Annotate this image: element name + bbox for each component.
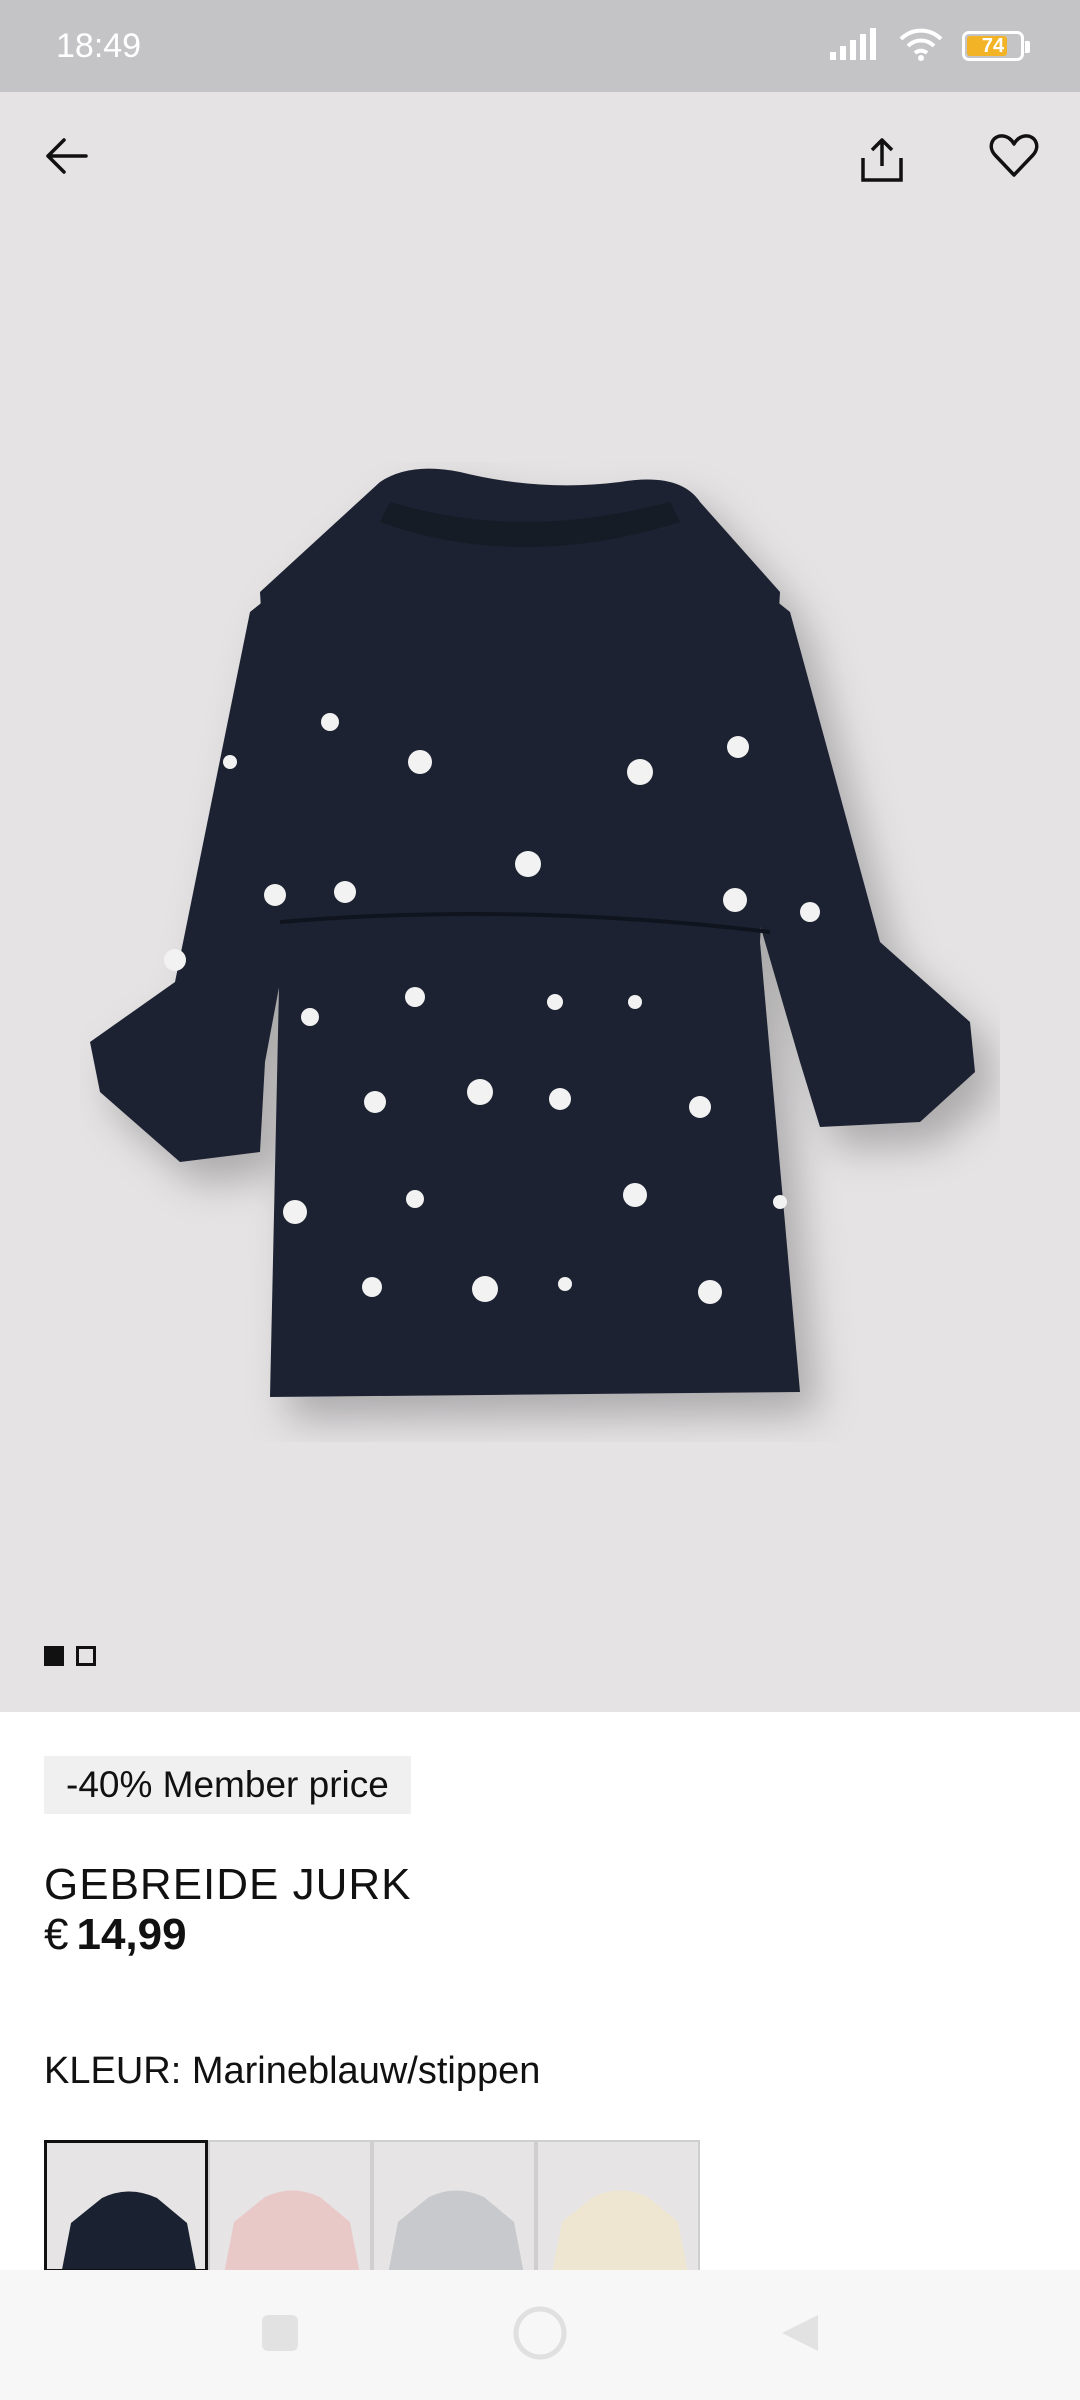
color-label: KLEUR: Marineblauw/stippen — [44, 2050, 541, 2092]
share-button[interactable] — [842, 122, 922, 202]
back-button[interactable] — [26, 118, 106, 198]
member-price-badge: -40% Member price — [44, 1756, 411, 1814]
price-value: 14,99 — [76, 1910, 187, 1959]
back-arrow-icon — [42, 132, 90, 185]
heart-icon — [989, 133, 1039, 184]
battery-icon: 74 — [962, 31, 1030, 61]
swatch-cream[interactable] — [536, 2140, 700, 2272]
nav-back-button[interactable] — [770, 2305, 830, 2365]
home-button[interactable] — [510, 2305, 570, 2365]
swatch-thumbnail — [224, 2190, 360, 2270]
product-image-carousel[interactable] — [0, 92, 1080, 1712]
share-icon — [858, 136, 906, 189]
product-name: GEBREIDE JURK — [44, 1860, 412, 1909]
battery-level: 74 — [981, 34, 1005, 57]
status-bar: 18:49 74 — [0, 0, 1080, 92]
swatch-thumbnail — [62, 2191, 196, 2269]
swatch-grey[interactable] — [372, 2140, 536, 2272]
wifi-icon — [898, 27, 944, 66]
pager-dot-2[interactable] — [76, 1646, 96, 1666]
pager-dot-1[interactable] — [44, 1646, 64, 1666]
swatch-navy-dots[interactable] — [44, 2140, 208, 2272]
image-pager — [44, 1646, 96, 1666]
swatch-thumbnail — [552, 2190, 688, 2270]
status-time: 18:49 — [56, 26, 142, 65]
recent-apps-button[interactable] — [250, 2305, 310, 2365]
swatch-thumbnail — [388, 2190, 524, 2270]
recent-apps-icon — [260, 2313, 300, 2358]
color-swatches — [44, 2140, 700, 2272]
home-icon — [512, 2305, 568, 2366]
price-currency: € — [44, 1910, 69, 1959]
favorite-button[interactable] — [974, 118, 1054, 198]
product-price: €14,99 — [44, 1910, 187, 1960]
system-nav-bar — [0, 2270, 1080, 2400]
status-icons: 74 — [830, 27, 1030, 66]
back-icon — [778, 2311, 822, 2360]
signal-icon — [830, 27, 880, 65]
swatch-pink[interactable] — [208, 2140, 372, 2272]
product-image[interactable] — [80, 462, 1000, 1442]
